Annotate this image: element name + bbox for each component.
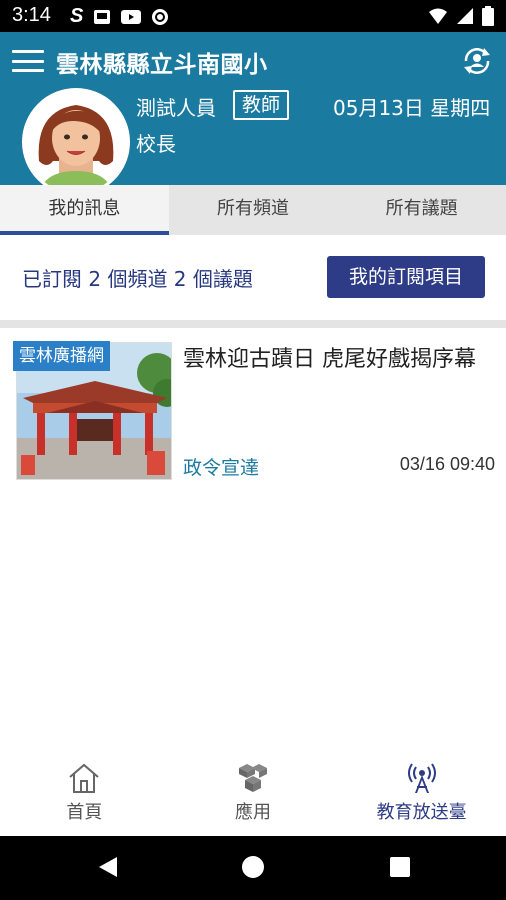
nav-home-label: 首頁 bbox=[66, 802, 103, 823]
subscription-summary: 已訂閱 2 個頻道 2 個議題 我的訂閱項目 bbox=[0, 235, 506, 320]
nav-home[interactable]: 首頁 bbox=[0, 752, 169, 836]
menu-button[interactable] bbox=[12, 48, 44, 74]
list-item[interactable]: 雲林廣播網 雲林迎古蹟日 虎尾好戲揭序幕 政令宣達 03/16 09:40 bbox=[0, 328, 506, 493]
tab-my-messages[interactable]: 我的訊息 bbox=[0, 185, 169, 235]
nav-apps-label: 應用 bbox=[235, 802, 271, 823]
status-bar: 3:14 S bbox=[0, 0, 506, 32]
menu-line bbox=[12, 59, 44, 63]
notification-icons: S bbox=[70, 5, 169, 28]
channel-badge: 雲林廣播網 bbox=[13, 341, 110, 371]
divider bbox=[0, 320, 506, 328]
news-timestamp: 03/16 09:40 bbox=[399, 454, 495, 474]
current-date: 05月13日 星期四 bbox=[333, 96, 491, 120]
menu-line bbox=[12, 69, 44, 72]
avatar bbox=[22, 88, 130, 196]
menu-line bbox=[12, 50, 44, 53]
battery-icon bbox=[482, 6, 494, 26]
youtube-icon bbox=[121, 9, 142, 24]
media-icon bbox=[94, 9, 111, 24]
signal-icon bbox=[457, 8, 473, 24]
my-subscriptions-button[interactable]: 我的訂閱項目 bbox=[327, 256, 485, 298]
broadcast-icon bbox=[407, 763, 436, 793]
news-category: 政令宣達 bbox=[183, 457, 260, 479]
app-header: 雲林縣縣立斗南國小 測試人員 教師 05月13日 星期四 校長 bbox=[0, 32, 506, 196]
role-badge: 教師 bbox=[233, 90, 290, 120]
home-icon bbox=[69, 763, 99, 793]
system-nav-bar bbox=[0, 836, 506, 900]
nav-broadcast[interactable]: 教育放送臺 bbox=[337, 752, 506, 836]
s-app-icon: S bbox=[70, 5, 84, 27]
nav-broadcast-label: 教育放送臺 bbox=[376, 802, 467, 823]
bottom-nav: 首頁 應用 教育放送臺 bbox=[0, 752, 506, 836]
system-status-icons bbox=[428, 6, 494, 26]
home-button-icon[interactable] bbox=[242, 856, 264, 878]
tab-all-channels[interactable]: 所有頻道 bbox=[169, 185, 338, 235]
wifi-icon bbox=[429, 8, 447, 24]
apps-cubes-icon bbox=[239, 764, 267, 792]
tab-all-topics[interactable]: 所有議題 bbox=[337, 185, 506, 235]
switch-account-icon[interactable] bbox=[460, 44, 494, 78]
sync-circle-icon bbox=[152, 8, 169, 25]
news-title[interactable]: 雲林迎古蹟日 虎尾好戲揭序幕 bbox=[183, 342, 493, 378]
app-title: 雲林縣縣立斗南國小 bbox=[56, 52, 268, 78]
user-avatar-icon bbox=[25, 91, 127, 193]
user-title: 校長 bbox=[136, 132, 176, 156]
user-name: 測試人員 bbox=[136, 96, 216, 120]
status-time: 3:14 bbox=[12, 4, 51, 26]
recent-apps-icon[interactable] bbox=[390, 857, 410, 877]
back-icon[interactable] bbox=[98, 856, 118, 878]
subscription-count-text: 已訂閱 2 個頻道 2 個議題 bbox=[22, 267, 253, 291]
nav-apps[interactable]: 應用 bbox=[169, 752, 338, 836]
tab-bar: 我的訊息 所有頻道 所有議題 bbox=[0, 185, 506, 235]
